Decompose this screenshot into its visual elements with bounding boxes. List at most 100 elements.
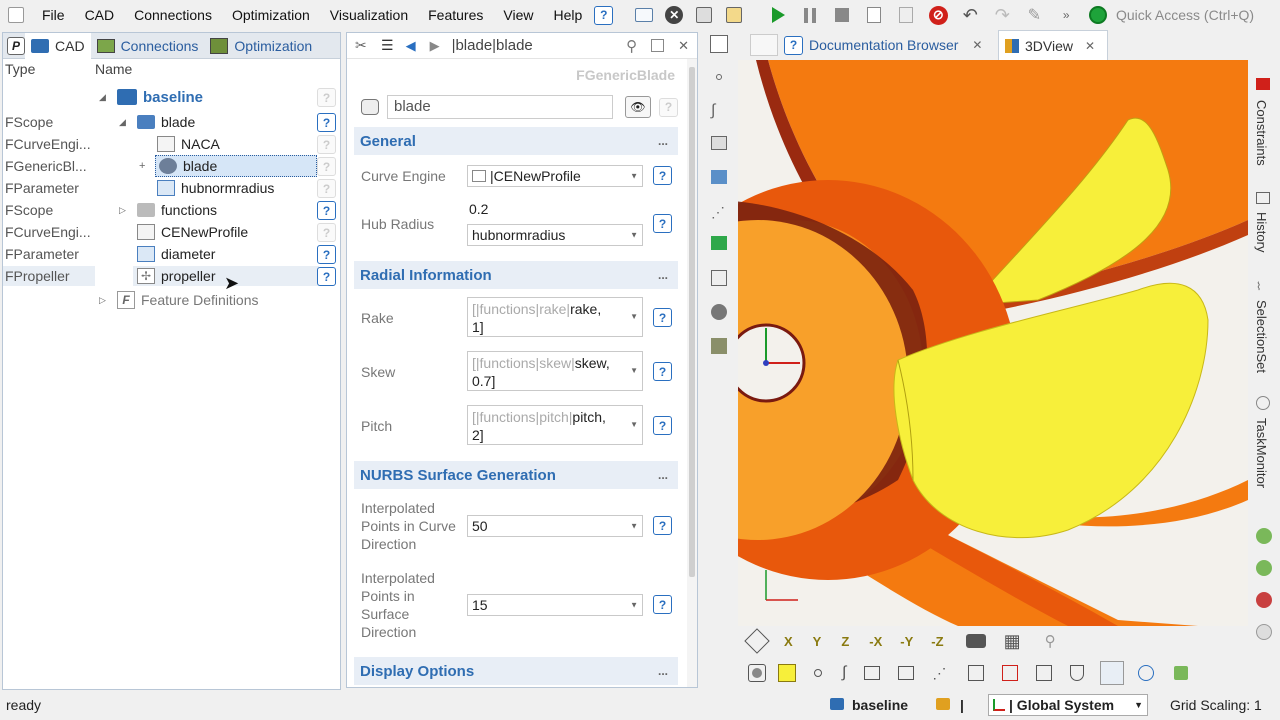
coord-system-select[interactable]: | Global System ▼ (988, 694, 1148, 716)
dots-curve-icon[interactable]: ⋰ (711, 204, 725, 221)
bulb-icon[interactable] (1138, 665, 1155, 681)
close-icon[interactable]: ✕ (678, 38, 689, 54)
surface-icon[interactable] (711, 136, 727, 150)
surface-select-icon[interactable] (864, 666, 881, 680)
help-icon[interactable]: ? (594, 5, 614, 25)
redo-icon[interactable]: ↷ (989, 3, 1015, 27)
section-display-options[interactable]: Display Options ... (354, 657, 678, 685)
overflow-icon[interactable]: » (1053, 3, 1079, 27)
expand-icon[interactable]: ▷ (119, 205, 126, 216)
axes-icon[interactable] (1100, 661, 1125, 685)
camera-icon[interactable] (965, 634, 986, 648)
section-more[interactable]: ... (658, 268, 668, 282)
shield-icon[interactable] (1070, 665, 1085, 681)
curve-engine-select[interactable]: |CENewProfile ▼ (467, 165, 643, 187)
dot-icon[interactable] (814, 669, 822, 677)
table-icon[interactable] (711, 236, 727, 250)
section-more[interactable]: ... (658, 468, 668, 482)
layout-icon[interactable] (710, 35, 728, 53)
section-nurbs-surface[interactable]: NURBS Surface Generation ... (354, 461, 678, 489)
shading-icon[interactable] (968, 665, 985, 681)
view-y-button[interactable]: Y (813, 634, 822, 649)
view-neg-y-button[interactable]: -Y (900, 634, 913, 649)
help-icon[interactable]: ? (317, 267, 336, 286)
search-icon[interactable]: ⚲ (626, 37, 637, 55)
current-scope[interactable]: baseline (852, 697, 908, 713)
menu-help[interactable]: Help (543, 0, 592, 30)
section-radial-information[interactable]: Radial Information ... (354, 261, 678, 289)
help-icon[interactable]: ? (317, 201, 336, 220)
view-z-button[interactable]: Z (841, 634, 849, 649)
help-icon[interactable]: ? (317, 179, 336, 198)
status-icon[interactable] (1256, 528, 1272, 544)
grid-icon[interactable]: ▦ (1004, 631, 1021, 652)
folder-icon[interactable] (936, 698, 950, 710)
help-icon[interactable]: ? (653, 516, 672, 535)
menu-visualization[interactable]: Visualization (320, 0, 418, 30)
close-icon[interactable]: ✕ (972, 38, 982, 52)
back-icon[interactable]: ◀ (406, 38, 416, 54)
save-as-icon[interactable] (721, 3, 747, 27)
scrollbar-thumb[interactable] (689, 67, 695, 577)
tree-row-functions[interactable]: FScope ▷ functions ? (3, 199, 340, 221)
copy-icon[interactable] (861, 3, 887, 27)
paste-icon[interactable] (893, 3, 919, 27)
help-icon[interactable]: ? (317, 135, 336, 154)
stop-icon[interactable] (829, 3, 855, 27)
p-tab[interactable]: P (7, 36, 25, 55)
curve-icon[interactable]: ∫ (711, 102, 715, 120)
pin-icon[interactable]: ✂ (355, 37, 373, 54)
iso-view-icon[interactable] (744, 628, 770, 654)
cancel-icon[interactable]: ⊘ (925, 3, 951, 27)
view-neg-x-button[interactable]: -X (869, 634, 882, 649)
status-icon[interactable] (1256, 560, 1272, 576)
col-name-header[interactable]: Name (95, 61, 132, 77)
menu-cad[interactable]: CAD (75, 0, 125, 30)
tree-row-blade-scope[interactable]: FScope ◢ blade ? (3, 111, 340, 133)
menu-file[interactable]: File (32, 0, 75, 30)
3d-viewport[interactable] (738, 60, 1248, 626)
selection-icon[interactable] (711, 170, 727, 184)
list-icon[interactable]: ☰ (381, 37, 394, 54)
window-icon[interactable] (651, 39, 665, 52)
help-icon[interactable]: ? (653, 308, 672, 327)
connect-icon[interactable] (711, 270, 727, 286)
col-type-header[interactable]: Type (5, 61, 35, 77)
record-icon[interactable] (748, 664, 766, 682)
dots-icon[interactable]: ⋰ (932, 665, 946, 682)
pause-icon[interactable] (797, 3, 823, 27)
help-icon[interactable]: ? (653, 362, 672, 381)
tab-history[interactable]: History (1254, 212, 1269, 252)
tree-row-cenewprofile[interactable]: FCurveEngi... CENewProfile ? (3, 221, 340, 243)
menu-features[interactable]: Features (418, 0, 493, 30)
solid-icon[interactable] (898, 666, 915, 680)
menu-connections[interactable]: Connections (124, 0, 222, 30)
help-icon[interactable]: ? (317, 245, 336, 264)
help-icon[interactable]: ? (317, 88, 336, 107)
interp-curve-select[interactable]: 50 ▼ (467, 515, 643, 537)
tab-selection-set[interactable]: SelectionSet (1254, 300, 1269, 373)
section-general[interactable]: General ... (354, 127, 678, 155)
tab-connections[interactable]: Connections (91, 33, 205, 59)
help-icon[interactable]: ? (653, 416, 672, 435)
tree-row-diameter[interactable]: FParameter diameter ? (3, 243, 340, 265)
rake-input[interactable]: [|functions|rake|rake, 1] ▼ (467, 297, 643, 337)
section-more[interactable]: ... (658, 134, 668, 148)
tree-row-baseline[interactable]: ◢ baseline ? (3, 86, 340, 108)
close-icon[interactable]: ✕ (1085, 39, 1095, 53)
tab-documentation-browser[interactable]: ? Documentation Browser ✕ (778, 30, 998, 60)
undo-icon[interactable]: ↶ (957, 3, 983, 27)
open-folder-icon[interactable] (631, 3, 657, 27)
save-icon[interactable] (691, 3, 717, 27)
profile-icon[interactable] (711, 338, 727, 354)
menu-view[interactable]: View (493, 0, 543, 30)
collapse-icon[interactable]: ◢ (99, 92, 106, 103)
tree-row-propeller[interactable]: FPropeller ✢ propeller ? (3, 265, 340, 287)
quick-access-input[interactable]: Quick Access (Ctrl+Q) (1116, 7, 1254, 23)
close-project-icon[interactable]: ✕ (661, 3, 687, 27)
blade-tool-icon[interactable] (711, 304, 727, 320)
scrollbar[interactable] (687, 59, 697, 687)
mesh-icon[interactable] (1036, 665, 1053, 681)
view-x-button[interactable]: X (784, 634, 793, 649)
info-icon[interactable] (1256, 624, 1272, 640)
